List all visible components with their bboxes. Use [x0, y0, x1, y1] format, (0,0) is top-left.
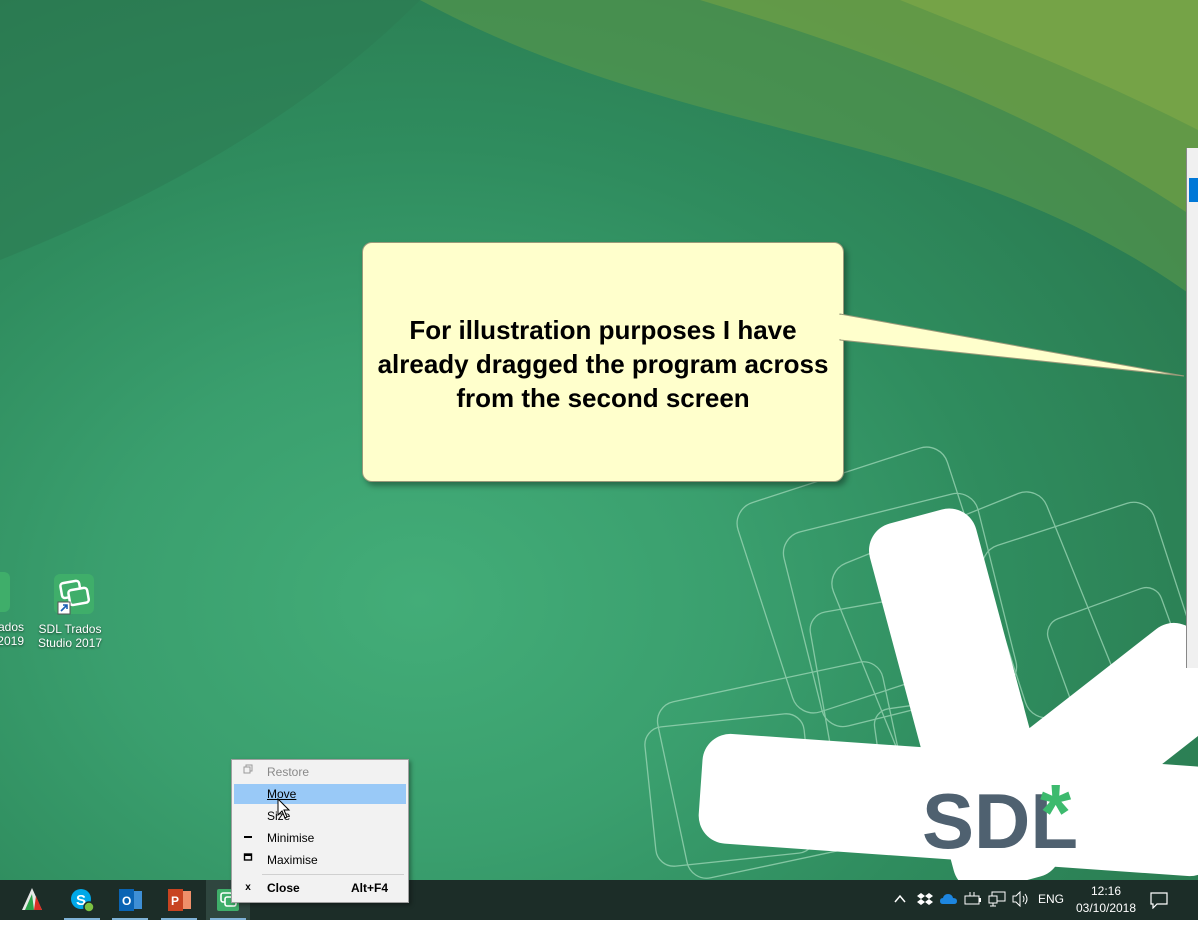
desktop-icon-trados-2017[interactable]: SDL Trados Studio 2017: [34, 572, 106, 650]
menu-item-size[interactable]: Size: [234, 806, 406, 826]
menu-item-close[interactable]: x Close Alt+F4: [234, 878, 406, 898]
clock-date: 03/10/2018: [1075, 901, 1137, 915]
svg-text:O: O: [122, 894, 131, 908]
menu-item-maximise[interactable]: Maximise: [234, 850, 406, 870]
taskbar-running-indicator: [161, 918, 197, 920]
taskbar-app-multiterm[interactable]: [10, 880, 54, 920]
outlook-icon: O: [119, 889, 142, 911]
menu-item-label: Maximise: [267, 853, 318, 867]
powerpoint-icon: P: [168, 889, 191, 911]
volume-icon[interactable]: [1012, 890, 1030, 910]
window-system-menu: Restore Move Size Minimise Maximise x Cl…: [231, 759, 409, 903]
desktop-icon-label: Studio 2017: [37, 636, 103, 650]
desktop-icon-trados-2019[interactable]: ados 2019: [0, 570, 26, 648]
action-center-notification-icon[interactable]: [1150, 891, 1168, 912]
maximise-icon: [242, 850, 254, 870]
power-battery-icon[interactable]: [964, 891, 982, 910]
screen-bottom-margin: [0, 920, 1198, 951]
menu-item-label: Close: [267, 881, 300, 895]
trados-2019-icon: [0, 570, 12, 614]
svg-text:P: P: [171, 894, 179, 908]
onedrive-icon[interactable]: [940, 892, 958, 909]
menu-item-label: Minimise: [267, 831, 315, 845]
desktop-icon-label: ados: [0, 620, 24, 634]
menu-separator: [262, 874, 404, 875]
network-icon[interactable]: [988, 891, 1006, 910]
menu-item-minimise[interactable]: Minimise: [234, 828, 406, 848]
callout-text: For illustration purposes I have already…: [377, 315, 829, 413]
tray-show-hidden-icons-chevron-icon[interactable]: [893, 889, 907, 912]
restore-icon: [242, 762, 254, 782]
mouse-cursor-icon: [277, 798, 291, 819]
taskbar-running-indicator: [210, 918, 246, 920]
taskbar-clock[interactable]: 12:16 03/10/2018: [1068, 883, 1144, 917]
skype-icon: S: [71, 889, 95, 913]
taskbar-app-powerpoint[interactable]: P: [157, 880, 201, 920]
taskbar-running-indicator: [64, 918, 100, 920]
menu-item-move[interactable]: Move: [234, 784, 406, 804]
callout-pointer: [839, 313, 1185, 377]
multiterm-icon: [22, 888, 42, 910]
tutorial-callout: For illustration purposes I have already…: [362, 242, 844, 482]
menu-item-accelerator: Alt+F4: [351, 881, 389, 895]
taskbar-app-skype[interactable]: S: [60, 880, 104, 920]
clock-time: 12:16: [1090, 884, 1122, 898]
sdl-logo-star: *: [1040, 768, 1072, 857]
desktop-icon-label: 2019: [0, 634, 24, 648]
input-language-indicator[interactable]: ENG: [1038, 892, 1064, 906]
close-icon: x: [245, 882, 251, 893]
offscreen-application-window[interactable]: [1186, 148, 1198, 668]
window-titlebar-fragment: [1189, 178, 1198, 202]
taskbar: S O P ENG 12:16 03/10/2018: [0, 880, 1198, 920]
taskbar-running-indicator: [112, 918, 148, 920]
dropbox-icon[interactable]: [917, 891, 933, 910]
desktop-icon-label: SDL Trados: [38, 622, 102, 636]
menu-item-label: Restore: [267, 765, 310, 779]
minimise-icon: [242, 828, 254, 848]
trados-2017-icon: [48, 572, 94, 616]
taskbar-app-outlook[interactable]: O: [108, 880, 152, 920]
menu-item-restore[interactable]: Restore: [234, 762, 406, 782]
